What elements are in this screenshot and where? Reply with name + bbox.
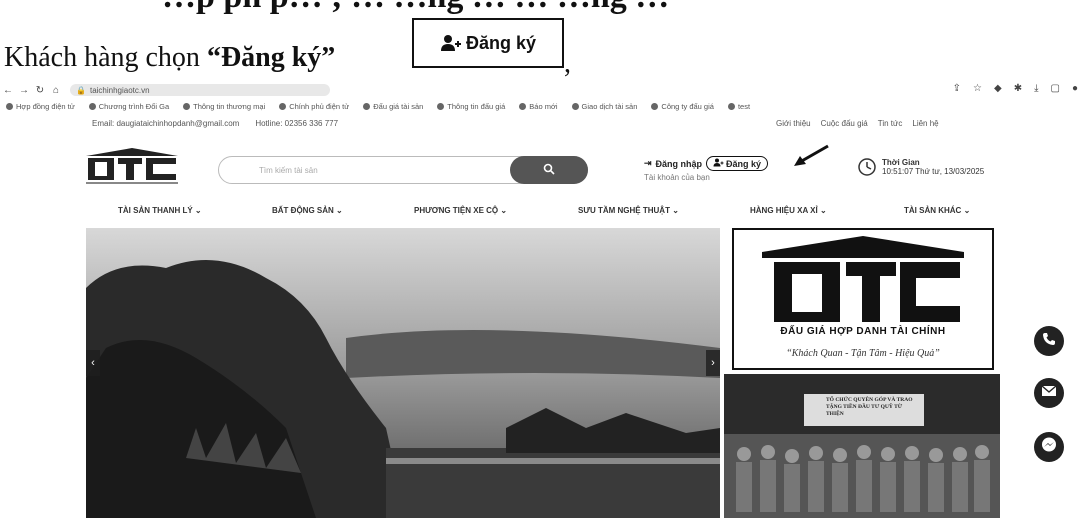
bookmark-icon <box>183 102 191 110</box>
ad-brand-text: ĐẤU GIÁ HỢP DANH TÀI CHÍNH <box>780 326 946 337</box>
menu-item[interactable]: SƯU TẦM NGHỆ THUẬT ⌄ <box>578 206 679 215</box>
topbar-hotline[interactable]: Hotline: 02356 336 777 <box>255 119 338 128</box>
login-link[interactable]: Đăng nhập <box>656 159 703 169</box>
slider-prev-button[interactable]: ‹ <box>86 350 100 376</box>
main-menu: TÀI SẢN THANH LÝ ⌄ BẤT ĐỘNG SẢN ⌄ PHƯƠNG… <box>0 206 1084 222</box>
add-user-icon <box>713 158 724 169</box>
bookmark-item[interactable]: Chính phủ điện tử <box>279 102 349 111</box>
topbar-link[interactable]: Liên hệ <box>912 119 938 128</box>
messenger-button[interactable] <box>1034 432 1064 462</box>
cut-heading-text: …p ph p… ; … …ng … … …ng … <box>162 0 1062 14</box>
phone-icon <box>1041 331 1057 352</box>
extension-icons: ⇪ ☆ ◆ ✱ ⤓ ▢ ● <box>953 83 1078 94</box>
bookmark-item[interactable]: Thông tin đấu giá <box>437 102 505 111</box>
pointer-arrow-icon <box>792 144 832 173</box>
bookmark-item[interactable]: Giao dịch tài sản <box>571 102 637 111</box>
messenger-icon <box>1040 436 1058 459</box>
bookmark-item[interactable]: Hợp đồng điện tử <box>6 102 75 111</box>
bookmark-item[interactable]: Công ty đấu giá <box>651 102 714 111</box>
topbar-link[interactable]: Tin tức <box>878 119 903 128</box>
bookmark-icon <box>519 102 527 110</box>
bookmark-item[interactable]: Báo mới <box>519 102 558 111</box>
share-icon[interactable]: ⇪ <box>953 83 961 94</box>
home-icon[interactable]: ⌂ <box>48 85 64 96</box>
puzzle-icon[interactable]: ✱ <box>1014 83 1022 94</box>
browser-screenshot: ← → ↻ ⌂ 🔒 taichinhgiaotc.vn ⇪ ☆ ◆ ✱ ⤓ ▢ … <box>0 82 1084 518</box>
register-link-label: Đăng ký <box>726 158 762 169</box>
hero-slider-image: ‹ › <box>86 228 720 518</box>
email-contact-button[interactable] <box>1034 378 1064 408</box>
menu-item[interactable]: TÀI SẢN KHÁC ⌄ <box>904 206 970 215</box>
star-icon[interactable]: ☆ <box>973 83 982 94</box>
topbar-link[interactable]: Giới thiệu <box>776 119 811 128</box>
time-widget: Thời Gian 10:51:07 Thứ tư, 13/03/2025 <box>858 158 984 178</box>
clock-icon <box>858 158 876 178</box>
browser-toolbar: ← → ↻ ⌂ 🔒 taichinhgiaotc.vn ⇪ ☆ ◆ ✱ ⤓ ▢ … <box>0 82 1084 98</box>
bookmark-icon <box>437 102 445 110</box>
mail-icon <box>1041 384 1057 402</box>
search-button[interactable] <box>510 156 588 184</box>
site-topbar: Email: daugiataichinhopdanh@gmail.com Ho… <box>0 119 1084 133</box>
topbar-link[interactable]: Cuộc đấu giá <box>821 119 868 128</box>
account-area: ⇥ Đăng nhập Đăng ký Tài khoản của bạn <box>644 156 769 182</box>
bookmark-item[interactable]: test <box>727 102 750 111</box>
brand-ad-box: ĐẤU GIÁ HỢP DANH TÀI CHÍNH “Khách Quan -… <box>732 228 994 370</box>
register-link[interactable]: Đăng ký <box>706 156 769 171</box>
time-value: 10:51:07 Thứ tư, 13/03/2025 <box>882 167 985 176</box>
time-title: Thời Gian <box>882 158 920 167</box>
bookmark-icon <box>363 102 371 110</box>
phone-call-button[interactable] <box>1034 326 1064 356</box>
bookmark-icon <box>279 102 287 110</box>
menu-item[interactable]: PHƯƠNG TIỆN XE CỘ ⌄ <box>414 206 507 215</box>
slider-next-button[interactable]: › <box>706 350 720 376</box>
sidebar-icon[interactable]: ▢ <box>1051 83 1060 94</box>
account-subtitle: Tài khoản của bạn <box>644 173 710 182</box>
event-photo: TỔ CHỨC QUYÊN GÓP VÀ TRAO TẶNG TIỀN ĐẦU … <box>724 374 1000 518</box>
address-bar[interactable]: 🔒 taichinhgiaotc.vn <box>70 84 330 96</box>
brand-logo <box>762 236 964 322</box>
url-text: taichinhgiaotc.vn <box>89 85 150 95</box>
lock-icon: 🔒 <box>76 85 86 95</box>
forward-arrow-icon[interactable]: → <box>16 85 32 96</box>
ad-slogan: “Khách Quan - Tận Tâm - Hiệu Quả” <box>786 348 940 359</box>
bookmark-item[interactable]: Thông tin thương mại <box>183 102 265 111</box>
profile-icon[interactable]: ● <box>1072 83 1078 94</box>
bookmark-icon <box>6 102 13 110</box>
bookmark-item[interactable]: Chương trình Đổi Ga <box>88 102 169 111</box>
bookmark-icon <box>727 102 735 110</box>
site-logo[interactable] <box>84 148 180 188</box>
bookmark-icon <box>571 102 579 110</box>
menu-item[interactable]: BẤT ĐỘNG SẢN ⌄ <box>272 206 343 215</box>
topbar-email[interactable]: Email: daugiataichinhopdanh@gmail.com <box>92 119 239 128</box>
register-button-callout: Đăng ký <box>412 18 564 68</box>
menu-item[interactable]: TÀI SẢN THANH LÝ ⌄ <box>118 206 202 215</box>
download-icon[interactable]: ⤓ <box>1034 83 1038 94</box>
extension-icon[interactable]: ◆ <box>994 83 1002 94</box>
add-user-icon <box>440 34 462 52</box>
cut-heading-line: …p ph p… ; … …ng … … …ng … <box>162 0 1062 22</box>
reload-icon[interactable]: ↻ <box>32 85 48 96</box>
register-button-callout-label: Đăng ký <box>465 32 537 53</box>
search-icon <box>543 163 555 178</box>
instruction-prefix: Khách hàng chọn <box>4 42 207 73</box>
document-header: …p ph p… ; … …ng … … …ng … Khách hàng ch… <box>0 0 1084 80</box>
menu-item[interactable]: HÀNG HIỆU XA XỈ ⌄ <box>750 206 827 215</box>
bookmark-icon <box>651 102 659 110</box>
bookmark-item[interactable]: Đấu giá tài sản <box>363 102 423 111</box>
login-icon: ⇥ <box>644 158 652 168</box>
bookmarks-bar: Hợp đồng điện tử Chương trình Đổi Ga Thô… <box>0 99 1084 113</box>
site-header: Tìm kiếm tài sản ⇥ Đăng nhập Đăng ký Tài… <box>0 144 1084 194</box>
event-banner-text: TỔ CHỨC QUYÊN GÓP VÀ TRAO TẶNG TIỀN ĐẦU … <box>804 394 924 426</box>
back-arrow-icon[interactable]: ← <box>0 85 16 96</box>
bookmark-icon <box>88 102 96 110</box>
instruction-suffix: , <box>564 48 571 79</box>
instruction-quoted: “Đăng ký” <box>206 42 336 73</box>
instruction-text: Khách hàng chọn “Đăng ký” <box>4 42 335 74</box>
